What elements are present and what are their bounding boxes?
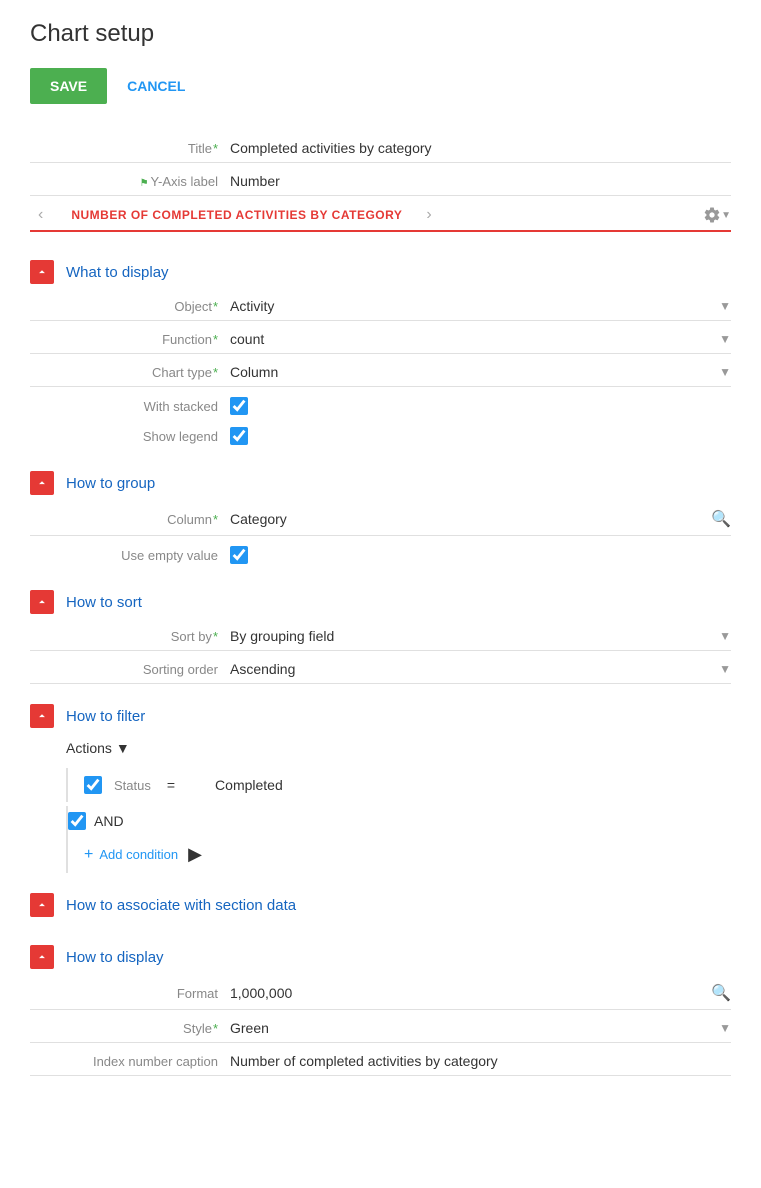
filter-operator: = bbox=[167, 777, 175, 793]
use-empty-label: Use empty value bbox=[30, 548, 230, 563]
filter-condition-row: Status = Completed bbox=[66, 768, 731, 802]
show-legend-checkbox[interactable] bbox=[230, 427, 248, 445]
gear-dropdown-arrow: ▼ bbox=[721, 210, 731, 221]
actions-dropdown-arrow: ▼ bbox=[116, 740, 130, 756]
filter-section-container: Actions ▼ Status = Completed AND + Add c… bbox=[66, 736, 731, 873]
format-search-icon[interactable]: 🔍 bbox=[711, 983, 731, 1003]
function-dropdown-arrow: ▼ bbox=[719, 332, 731, 346]
tab-gear-button[interactable]: ▼ bbox=[703, 206, 731, 224]
format-row: Format 1,000,000 🔍 bbox=[30, 977, 731, 1010]
object-label: Object* bbox=[30, 299, 230, 314]
function-label: Function* bbox=[30, 332, 230, 347]
style-row: Style* Green ▼ bbox=[30, 1014, 731, 1043]
use-empty-row: Use empty value bbox=[30, 540, 731, 570]
show-legend-label: Show legend bbox=[30, 429, 230, 444]
with-stacked-row: With stacked bbox=[30, 391, 731, 421]
use-empty-checkbox-wrapper bbox=[230, 546, 248, 564]
and-row: AND bbox=[66, 806, 731, 836]
object-dropdown-arrow: ▼ bbox=[719, 299, 731, 313]
and-label: AND bbox=[94, 813, 124, 829]
cursor-icon: ▶ bbox=[188, 844, 202, 865]
index-caption-label: Index number caption bbox=[30, 1054, 230, 1069]
tab-bar: ‹ NUMBER OF COMPLETED ACTIVITIES BY CATE… bbox=[30, 200, 731, 232]
tab-prev-arrow[interactable]: ‹ bbox=[30, 206, 51, 224]
page-title: Chart setup bbox=[30, 20, 731, 48]
what-to-display-toggle[interactable] bbox=[30, 260, 54, 284]
sorting-order-row: Sorting order Ascending ▼ bbox=[30, 655, 731, 684]
how-to-filter-section: How to filter bbox=[30, 692, 731, 736]
sort-by-row: Sort by* By grouping field ▼ bbox=[30, 622, 731, 651]
column-row: Column* Category 🔍 bbox=[30, 503, 731, 536]
chart-type-row: Chart type* Column ▼ bbox=[30, 358, 731, 387]
how-to-display-title: How to display bbox=[66, 949, 164, 966]
how-to-associate-section: How to associate with section data bbox=[30, 881, 731, 925]
toolbar: SAVE CANCEL bbox=[30, 68, 731, 104]
function-value[interactable]: count ▼ bbox=[230, 331, 731, 347]
actions-button[interactable]: Actions ▼ bbox=[66, 736, 130, 760]
index-caption-row: Index number caption Number of completed… bbox=[30, 1047, 731, 1076]
function-row: Function* count ▼ bbox=[30, 325, 731, 354]
show-legend-row: Show legend bbox=[30, 421, 731, 451]
column-value[interactable]: Category 🔍 bbox=[230, 509, 731, 529]
with-stacked-checkbox-wrapper bbox=[230, 397, 248, 415]
sorting-order-value[interactable]: Ascending ▼ bbox=[230, 661, 731, 677]
sorting-order-label: Sorting order bbox=[30, 662, 230, 677]
how-to-filter-toggle[interactable] bbox=[30, 704, 54, 728]
title-label: Title* bbox=[30, 141, 230, 156]
use-empty-checkbox[interactable] bbox=[230, 546, 248, 564]
chart-type-value[interactable]: Column ▼ bbox=[230, 364, 731, 380]
yaxis-value[interactable]: Number bbox=[230, 173, 731, 189]
yaxis-row: ⚑Y-Axis label Number bbox=[30, 167, 731, 196]
add-condition-button[interactable]: + Add condition ▶ bbox=[66, 836, 731, 873]
sort-by-dropdown-arrow: ▼ bbox=[719, 629, 731, 643]
title-value[interactable]: Completed activities by category bbox=[230, 140, 731, 156]
how-to-group-title: How to group bbox=[66, 475, 155, 492]
chart-type-dropdown-arrow: ▼ bbox=[719, 365, 731, 379]
cancel-button[interactable]: CANCEL bbox=[127, 78, 185, 94]
style-label: Style* bbox=[30, 1021, 230, 1036]
format-label: Format bbox=[30, 986, 230, 1001]
save-button[interactable]: SAVE bbox=[30, 68, 107, 104]
how-to-sort-section: How to sort bbox=[30, 578, 731, 622]
sort-by-label: Sort by* bbox=[30, 629, 230, 644]
filter-field-label: Status bbox=[114, 778, 151, 793]
how-to-group-toggle[interactable] bbox=[30, 471, 54, 495]
how-to-display-toggle[interactable] bbox=[30, 945, 54, 969]
how-to-filter-title: How to filter bbox=[66, 708, 145, 725]
yaxis-label: ⚑Y-Axis label bbox=[30, 174, 230, 189]
how-to-group-section: How to group bbox=[30, 459, 731, 503]
show-legend-checkbox-wrapper bbox=[230, 427, 248, 445]
style-dropdown-arrow: ▼ bbox=[719, 1021, 731, 1035]
sort-by-value[interactable]: By grouping field ▼ bbox=[230, 628, 731, 644]
object-row: Object* Activity ▼ bbox=[30, 292, 731, 321]
how-to-sort-toggle[interactable] bbox=[30, 590, 54, 614]
how-to-display-section: How to display bbox=[30, 933, 731, 977]
flag-icon: ⚑ bbox=[140, 178, 149, 189]
with-stacked-checkbox[interactable] bbox=[230, 397, 248, 415]
what-to-display-section: What to display bbox=[30, 248, 731, 292]
tab-item[interactable]: NUMBER OF COMPLETED ACTIVITIES BY CATEGO… bbox=[55, 200, 418, 232]
how-to-associate-title: How to associate with section data bbox=[66, 897, 296, 914]
filter-condition-checkbox[interactable] bbox=[84, 776, 102, 794]
format-value[interactable]: 1,000,000 🔍 bbox=[230, 983, 731, 1003]
column-label: Column* bbox=[30, 512, 230, 527]
what-to-display-title: What to display bbox=[66, 264, 169, 281]
and-checkbox[interactable] bbox=[68, 812, 86, 830]
title-row: Title* Completed activities by category bbox=[30, 134, 731, 163]
tab-next-arrow[interactable]: › bbox=[418, 206, 439, 224]
plus-icon: + bbox=[84, 846, 93, 864]
style-value[interactable]: Green ▼ bbox=[230, 1020, 731, 1036]
chart-type-label: Chart type* bbox=[30, 365, 230, 380]
add-condition-label: Add condition bbox=[99, 847, 178, 862]
object-value[interactable]: Activity ▼ bbox=[230, 298, 731, 314]
index-caption-value[interactable]: Number of completed activities by catego… bbox=[230, 1053, 731, 1069]
with-stacked-label: With stacked bbox=[30, 399, 230, 414]
sorting-order-dropdown-arrow: ▼ bbox=[719, 662, 731, 676]
how-to-sort-title: How to sort bbox=[66, 594, 142, 611]
column-search-icon[interactable]: 🔍 bbox=[711, 509, 731, 529]
filter-value: Completed bbox=[215, 777, 283, 793]
how-to-associate-toggle[interactable] bbox=[30, 893, 54, 917]
